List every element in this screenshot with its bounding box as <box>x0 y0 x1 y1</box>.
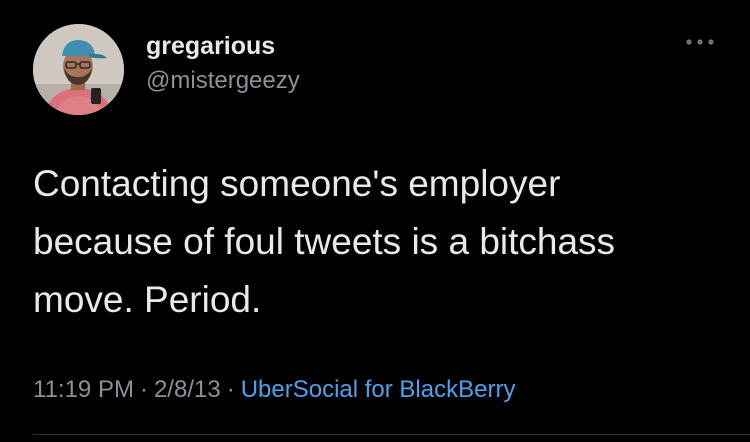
divider <box>33 434 750 435</box>
tweet-source-link[interactable]: UberSocial for BlackBerry <box>241 376 516 403</box>
meta-separator: · <box>226 376 235 403</box>
avatar[interactable] <box>33 24 124 115</box>
meta-separator: · <box>139 376 148 403</box>
more-horizontal-icon <box>685 38 715 46</box>
tweet-date[interactable]: 2/8/13 <box>154 376 221 403</box>
user-handle[interactable]: @mistergeezy <box>146 67 300 95</box>
tweet-card: gregarious @mistergeezy Contacting someo… <box>0 0 750 442</box>
display-name[interactable]: gregarious <box>146 32 275 61</box>
tweet-time[interactable]: 11:19 PM <box>33 376 134 403</box>
more-options-button[interactable] <box>680 30 720 54</box>
tweet-meta: 11:19 PM · 2/8/13 · UberSocial for BlackBerr… <box>33 376 515 404</box>
tweet-text: Contacting someone's employer because of… <box>33 163 616 320</box>
